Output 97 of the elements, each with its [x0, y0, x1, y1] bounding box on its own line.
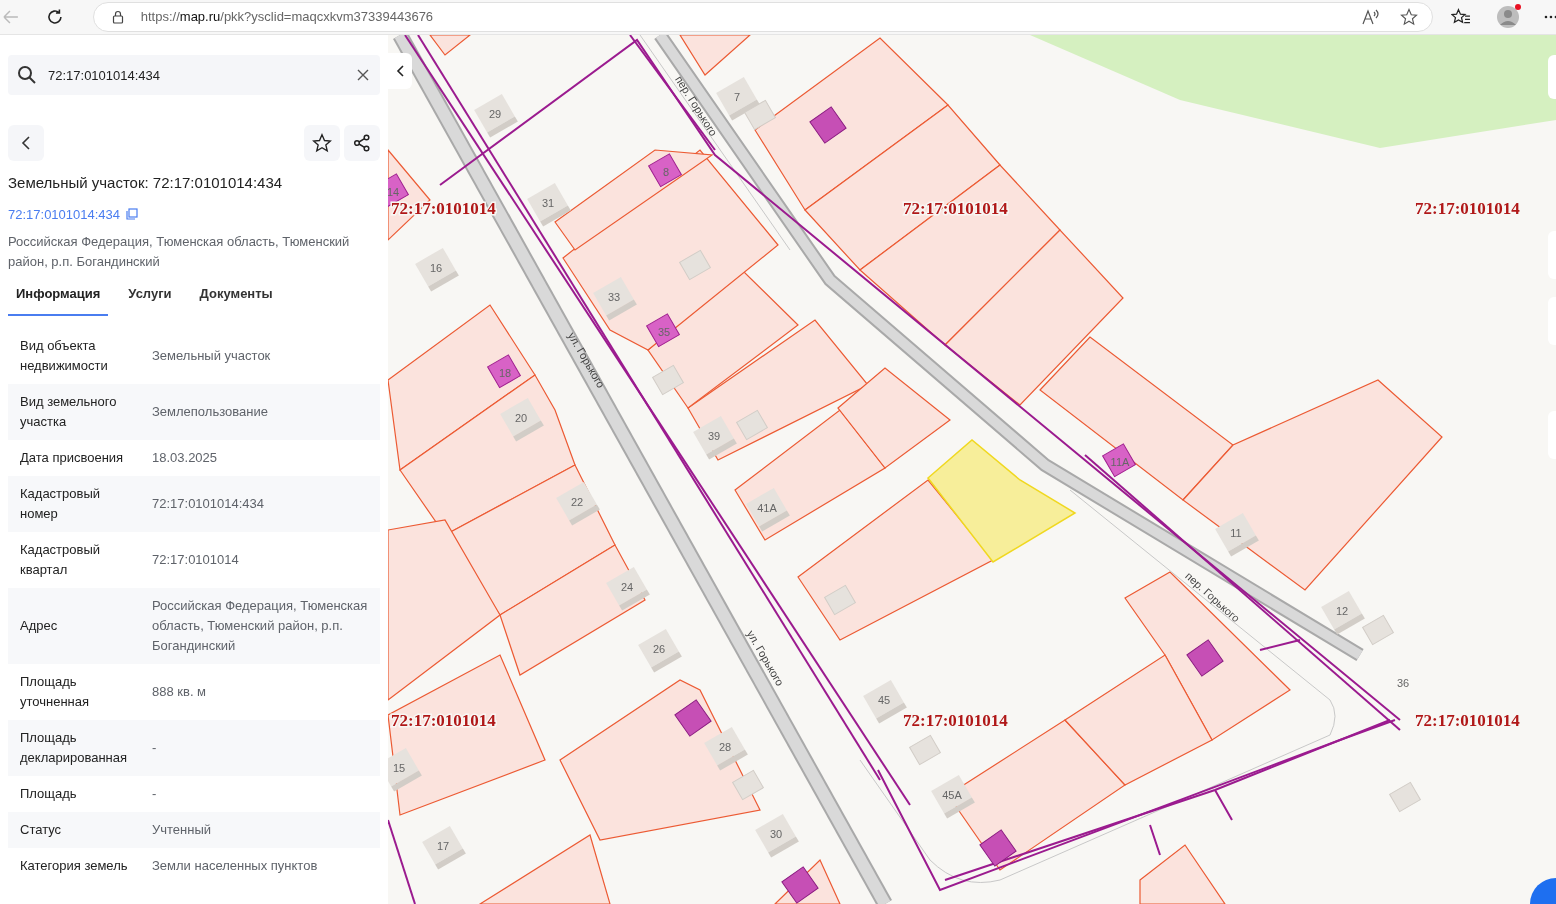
more-icon[interactable] [1544, 15, 1556, 19]
field-label: Статус [19, 820, 63, 839]
building [527, 182, 571, 227]
house-number: 45 [877, 694, 891, 706]
tab[interactable]: Документы [191, 284, 281, 316]
field-label: Вид объекта недвижимости [19, 336, 109, 375]
cadastral-quarter-label: 72:17:0101014 [903, 711, 1008, 730]
house-number: 36 [1396, 677, 1410, 689]
house-number: 24 [620, 581, 634, 593]
house-number: 22 [570, 496, 584, 508]
house-number: 31 [541, 197, 555, 209]
address-bar[interactable]: https://map.ru/pkk?ysclid=maqcxkvm37339443676 [92, 2, 1434, 32]
share-button[interactable] [344, 125, 380, 161]
house-number: 14 [388, 186, 400, 198]
tab[interactable]: Услуги [120, 284, 180, 316]
field-label: Адрес [19, 616, 59, 635]
house-number: 41А [757, 502, 777, 514]
house-number: 12 [1335, 605, 1349, 617]
house-number: 35 [657, 326, 671, 338]
reload-icon[interactable] [45, 8, 64, 26]
house-number: 11 [1230, 527, 1242, 539]
field-label: Дата присвоения [19, 448, 125, 467]
field-label: Категория земель [19, 856, 129, 875]
field-value: 72:17:0101014 [152, 550, 240, 569]
building [606, 566, 650, 611]
field-value: 18.03.2025 [152, 448, 219, 467]
house-number: 39 [707, 430, 721, 442]
read-aloud-icon[interactable] [1362, 9, 1381, 25]
house-number: 33 [607, 291, 621, 303]
building [931, 774, 975, 819]
building [593, 276, 637, 321]
cadastral-quarter-label: 72:17:0101014 [1415, 711, 1520, 730]
field-label: Площадь [19, 784, 78, 803]
building [422, 825, 466, 870]
back-button[interactable] [8, 125, 44, 161]
field-value: - [152, 738, 158, 757]
building [556, 481, 600, 526]
profile-avatar[interactable] [1497, 6, 1520, 28]
building [755, 813, 799, 858]
building [1321, 590, 1365, 635]
building [704, 726, 748, 771]
field-label: Кадастровый номер [19, 484, 102, 523]
field-value: Учтенный [152, 820, 213, 839]
house-number: 20 [514, 412, 528, 424]
building [1102, 443, 1136, 478]
house-number: 11А [1110, 456, 1130, 468]
star-icon[interactable] [1400, 8, 1419, 26]
chevron-left-icon [396, 65, 404, 77]
building [638, 628, 682, 673]
building [415, 247, 459, 292]
building [474, 93, 518, 138]
search-field[interactable]: 72:17:0101014:434 [8, 55, 380, 95]
field-value: 72:17:0101014:434 [152, 494, 266, 513]
house-number: 16 [429, 262, 443, 274]
house-number: 26 [652, 643, 666, 655]
building [388, 747, 422, 792]
building [693, 415, 737, 460]
building [746, 487, 790, 532]
field-value: Российская Федерация, Тюменская область, Тюменский район, р.п. Богандинский [152, 596, 369, 655]
field-label: Площадь декларированная [19, 728, 129, 767]
house-number: 28 [718, 741, 732, 753]
favorites-icon[interactable] [1451, 8, 1472, 26]
collapse-panel-button[interactable] [388, 53, 412, 89]
object-address: Российская Федерация, Тюменская область, Тюменский район, р.п. Богандинский [8, 233, 351, 271]
field-value: Земли населенных пунктов [152, 856, 319, 875]
building [1215, 512, 1259, 557]
house-number: 8 [662, 166, 670, 178]
cadastral-quarter-label: 72:17:0101014 [1415, 199, 1520, 218]
field-label: Площадь уточненная [19, 672, 91, 711]
chevron-left-icon [21, 136, 31, 150]
field-value: Земельный участок [152, 346, 272, 365]
share-icon [353, 134, 371, 152]
lock-icon [110, 10, 125, 24]
tab[interactable]: Информация [8, 284, 109, 316]
copy-icon[interactable] [126, 208, 139, 221]
field-label: Кадастровый квартал [19, 540, 102, 579]
favorite-button[interactable] [304, 125, 340, 161]
building [716, 76, 760, 121]
cadastral-quarter-label: 72:17:0101014 [391, 711, 496, 730]
star-icon [312, 133, 332, 153]
cadastral-number-link[interactable]: 72:17:0101014:434 [8, 204, 121, 224]
house-number: 30 [769, 828, 783, 840]
close-icon[interactable] [357, 69, 369, 81]
search-icon [17, 65, 37, 85]
house-number: 17 [436, 840, 450, 852]
field-value: 888 кв. м [152, 682, 208, 701]
field-label: Вид земельного участка [19, 392, 118, 431]
house-number: 18 [498, 367, 512, 379]
object-title: Земельный участок: 72:17:0101014:434 [8, 173, 284, 193]
building [500, 397, 544, 442]
house-number: 7 [733, 91, 741, 103]
url-text: https://map.ru/pkk?ysclid=maqcxkvm37339443676 [140, 8, 434, 27]
house-number: 45А [942, 789, 962, 801]
field-value: Землепользование [152, 402, 269, 421]
field-value: - [152, 784, 158, 803]
house-number: 15 [392, 762, 406, 774]
house-number: 29 [488, 108, 502, 120]
